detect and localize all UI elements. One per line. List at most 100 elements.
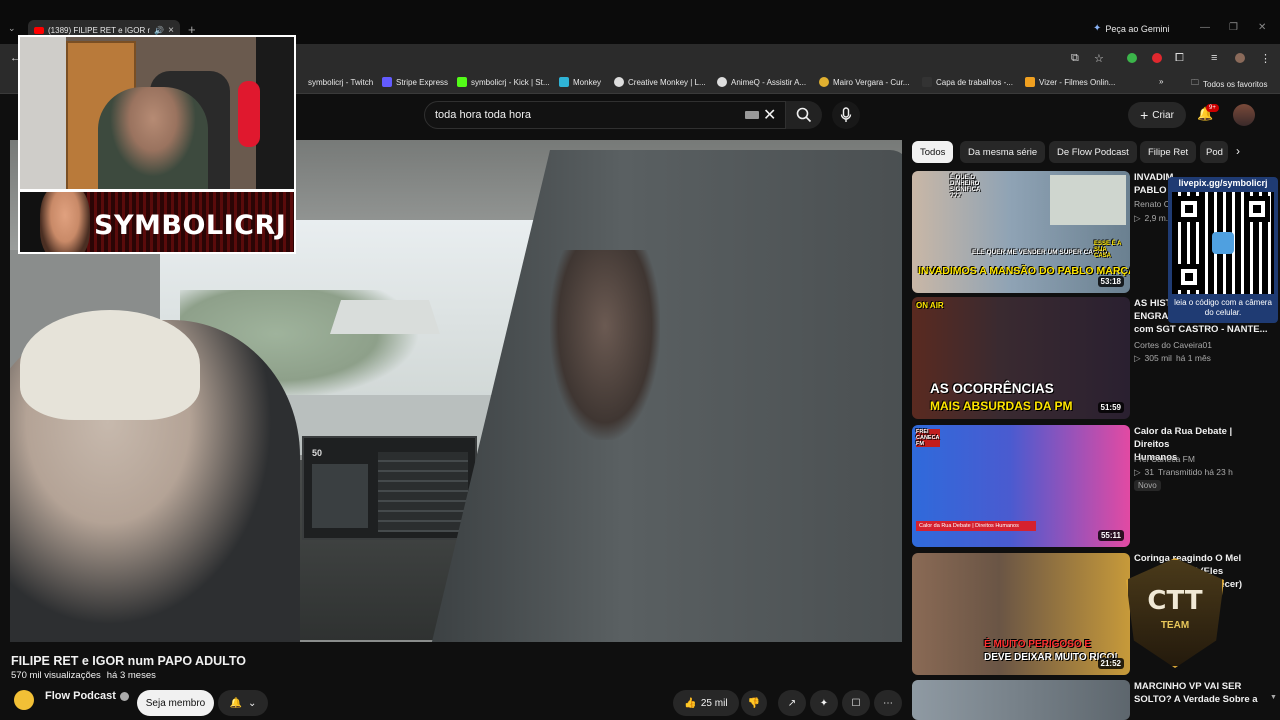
bookmark-favicon-icon <box>819 77 829 87</box>
close-window-icon[interactable]: ✕ <box>1258 22 1266 33</box>
bookmark-item[interactable]: symbolicrj - Kick | St... <box>457 77 550 87</box>
maximize-icon[interactable]: ❐ <box>1229 22 1238 33</box>
streamer-name: SYMBOLICRJ <box>94 210 287 241</box>
extension-green-icon[interactable] <box>1127 53 1137 63</box>
reading-list-icon[interactable]: ≡ <box>1211 52 1217 64</box>
bookmark-item[interactable]: Vizer - Filmes Onlin... <box>1025 77 1115 87</box>
share-button[interactable]: ↗ <box>778 690 806 716</box>
extensions-puzzle-icon[interactable]: ⧠ <box>1175 52 1184 65</box>
live-play-icon: ▷ <box>1134 467 1141 477</box>
video-frame-car-screen: 50 <box>302 436 477 540</box>
qr-center-logo-icon <box>1212 232 1234 254</box>
bookmark-item[interactable]: AnimeQ - Assistir A... <box>717 77 806 87</box>
recommendation-thumbnail[interactable]: É MUITO PERIGOSO E DEVE DEIXAR MUITO RIC… <box>912 553 1130 675</box>
recommendation-stats: ▷ 31 Transmitido há 23 h <box>1134 467 1233 478</box>
bookmark-label: symbolicrj - Kick | St... <box>471 77 550 87</box>
keyboard-icon[interactable] <box>745 111 759 119</box>
like-button[interactable]: 👍 25 mil <box>673 690 739 716</box>
chip-podcast[interactable]: Pod <box>1200 141 1228 163</box>
chip-from-channel[interactable]: De Flow Podcast <box>1049 141 1137 163</box>
install-app-icon[interactable]: ⧉ <box>1071 52 1079 65</box>
save-playlist-icon: ☐ <box>851 697 861 709</box>
bookmark-label: AnimeQ - Assistir A... <box>731 77 807 87</box>
save-button[interactable]: ☐ <box>842 690 870 716</box>
thumbnail-caption: INVADIMOS A MANSÃO DO PABLO MARÇAL <box>918 265 1130 277</box>
video-frame-mirror <box>330 300 440 334</box>
more-bookmarks-button[interactable]: » <box>1159 77 1163 86</box>
bookmark-label: Mairo Vergara - Cur... <box>833 77 910 87</box>
search-button[interactable] <box>786 101 822 129</box>
tab-close-icon[interactable]: × <box>168 25 174 36</box>
all-bookmarks-label: Todos os favoritos <box>1203 79 1268 89</box>
microphone-icon <box>840 107 852 122</box>
channel-name-link[interactable]: Flow Podcast <box>45 690 129 702</box>
dislike-button[interactable]: 👎 <box>741 690 767 716</box>
bookmark-item[interactable]: Creative Monkey | L... <box>614 77 706 87</box>
clear-search-icon[interactable]: ✕ <box>763 105 776 125</box>
chip-all[interactable]: Todos <box>912 141 954 163</box>
bookmark-favicon-icon <box>457 77 467 87</box>
profile-avatar-icon[interactable] <box>1235 53 1245 63</box>
thumbnail-caption: AS OCORRÊNCIAS <box>930 381 1054 396</box>
join-member-button[interactable]: Seja membro <box>137 690 214 716</box>
bookmark-item[interactable]: Monkey <box>559 77 601 87</box>
search-input[interactable]: toda hora toda hora <box>424 101 786 129</box>
bookmark-label: Capa de trabalhos -... <box>936 77 1013 87</box>
share-icon: ↗ <box>787 697 797 709</box>
video-stats[interactable]: 570 mil visualizações há 3 meses <box>11 670 156 681</box>
more-actions-button[interactable]: ⋯ <box>874 690 902 716</box>
qr-finder <box>1176 264 1202 290</box>
gemini-button[interactable]: ✦ Peça ao Gemini <box>1093 23 1169 34</box>
sparkle-icon: ✦ <box>819 697 829 709</box>
recommendation-age: Transmitido há 23 h <box>1158 467 1233 477</box>
bookmark-item[interactable]: Stripe Express <box>382 77 448 87</box>
recommendation-thumbnail[interactable]: FREI CANECA FM Calor da Rua Debate | Dir… <box>912 425 1130 547</box>
thumbs-down-icon: 👎 <box>747 697 761 709</box>
thumbnail-station-logo: FREI CANECA FM <box>916 429 940 447</box>
all-bookmarks-button[interactable]: 🗀 Todos os favoritos <box>1191 77 1267 91</box>
bookmark-label: symbolicrj - Twitch <box>308 77 374 87</box>
bookmark-label: Monkey <box>573 77 602 87</box>
recommendation-channel[interactable]: Cortes do Caveira01 <box>1134 340 1212 350</box>
car-screen-map <box>312 464 368 528</box>
tab-title: (1389) FILIPE RET e IGOR num PAPO ADULTO… <box>48 25 151 35</box>
minimize-icon[interactable]: — <box>1200 22 1210 33</box>
notification-count-badge: 9+ <box>1206 104 1219 112</box>
chips-next-chevron-icon[interactable]: › <box>1236 144 1240 158</box>
bookmark-favicon-icon <box>559 77 569 87</box>
channel-avatar[interactable] <box>14 690 34 710</box>
browser-menu-icon[interactable]: ⋮ <box>1260 52 1271 65</box>
tab-audio-icon[interactable]: 🔊 <box>154 26 164 35</box>
chip-same-series[interactable]: Da mesma série <box>960 141 1046 163</box>
recommendation-thumbnail[interactable]: É QUE O DINHEIRO SIGNIFICA ??? ELE QUER … <box>912 171 1130 293</box>
more-dots-icon: ⋯ <box>883 697 893 709</box>
recommendation-age: há 1 mês <box>1175 353 1211 363</box>
clip-button[interactable]: ✦ <box>810 690 838 716</box>
recommendation-thumbnail[interactable]: ON AIR AS OCORRÊNCIAS MAIS ABSURDAS DA P… <box>912 297 1130 419</box>
verified-check-icon <box>119 691 129 701</box>
recommendation-stats: ▷ 305 mil há 1 mês <box>1134 353 1211 364</box>
bookmark-star-icon[interactable]: ☆ <box>1094 52 1104 65</box>
recommendation-channel[interactable]: Frei Caneca FM <box>1134 454 1195 464</box>
video-views: 570 mil visualizações <box>11 670 101 681</box>
subscribed-bell-button[interactable]: 🔔 ⌄ <box>218 690 268 716</box>
bookmark-item[interactable]: symbolicrj - Twitch <box>294 77 373 87</box>
search-value: toda hora toda hora <box>435 109 532 121</box>
recommendation-title[interactable]: MARCINHO VP VAI SER SOLTO? A Verdade Sobr… <box>1134 680 1268 706</box>
gemini-label: Peça ao Gemini <box>1105 23 1170 34</box>
chip-filipe-ret[interactable]: Filipe Ret <box>1140 141 1197 163</box>
account-avatar[interactable] <box>1233 104 1255 126</box>
folder-icon: 🗀 <box>1191 78 1199 87</box>
recommendation-thumbnail[interactable] <box>912 680 1130 720</box>
voice-search-button[interactable] <box>832 101 860 129</box>
plus-icon: + <box>1140 107 1149 123</box>
tab-search-icon[interactable]: ⌄ <box>8 23 16 34</box>
create-button[interactable]: + Criar <box>1128 102 1186 128</box>
bookmark-item[interactable]: Capa de trabalhos -... <box>922 77 1013 87</box>
scrollbar-down-arrow-icon[interactable]: ▼ <box>1270 694 1277 701</box>
extension-red-icon[interactable] <box>1152 53 1162 63</box>
bookmark-favicon-icon <box>614 77 624 87</box>
channel-name: Flow Podcast <box>45 690 116 702</box>
bookmark-item[interactable]: Mairo Vergara - Cur... <box>819 77 909 87</box>
qr-finder <box>1176 196 1202 222</box>
